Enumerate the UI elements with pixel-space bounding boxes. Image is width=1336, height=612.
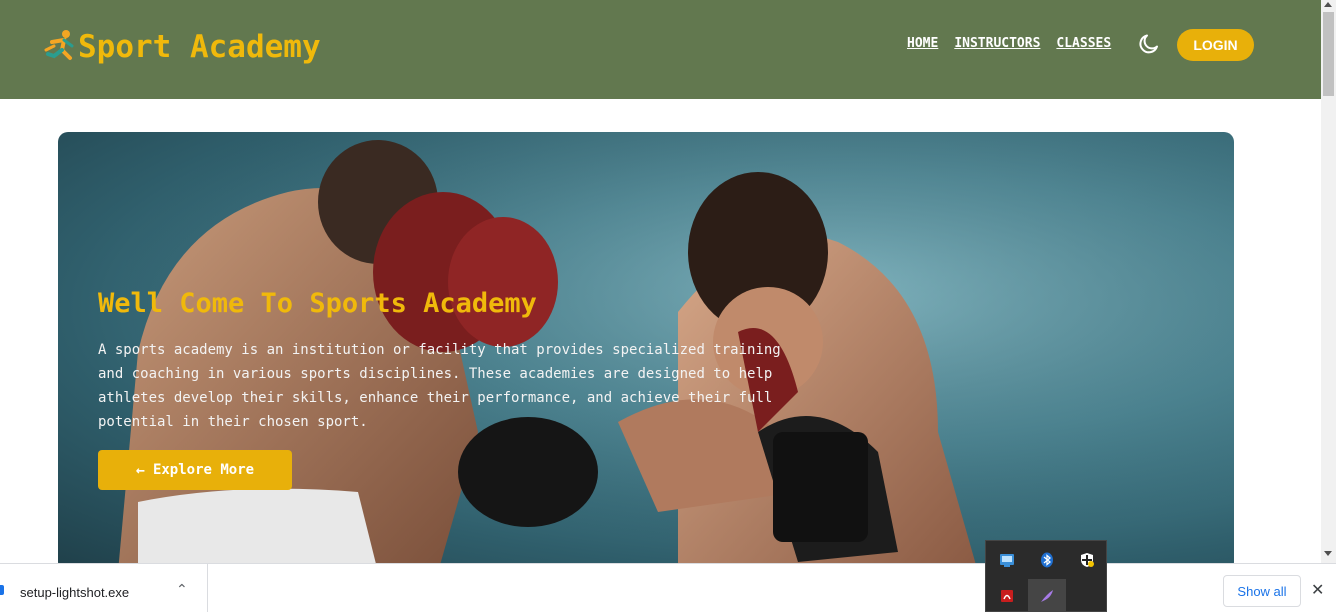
bluetooth-icon[interactable] [1028,543,1066,577]
scroll-up-arrow-icon[interactable] [1324,2,1332,7]
main-nav: HOME INSTRUCTORS CLASSES [907,36,1127,51]
nav-link-home[interactable]: HOME [907,36,938,51]
login-button[interactable]: LOGIN [1177,29,1254,61]
system-tray-overflow [985,540,1107,612]
feather-icon[interactable] [1028,579,1066,612]
chevron-up-icon[interactable]: ⌃ [176,582,188,598]
logo-text: Sport Academy [78,29,321,65]
download-bar: setup-lightshot.exe ⌃ Show all ✕ [0,563,1336,612]
close-icon[interactable]: ✕ [1311,580,1324,599]
file-icon [0,585,4,595]
show-all-button[interactable]: Show all [1223,575,1301,607]
pdf-icon[interactable] [988,579,1026,612]
download-file-name: setup-lightshot.exe [20,585,130,600]
hero-title: Well Come To Sports Academy [98,288,537,319]
moon-icon[interactable] [1137,32,1161,56]
network-icon[interactable] [988,543,1026,577]
security-shield-icon[interactable] [1068,543,1106,577]
running-person-icon [44,30,74,60]
scroll-thumb[interactable] [1323,12,1334,96]
page-scrollbar[interactable] [1321,0,1336,563]
arrow-left-icon: ← [135,461,145,479]
explore-more-button[interactable]: ← Explore More [98,450,292,490]
site-header: Sport Academy HOME INSTRUCTORS CLASSES L… [0,0,1321,99]
logo[interactable]: Sport Academy [42,28,321,66]
nav-link-instructors[interactable]: INSTRUCTORS [954,36,1040,51]
hero-description: A sports academy is an institution or fa… [98,342,781,430]
hero-banner: Well Come To Sports Academy A sports aca… [58,132,1234,572]
nav-link-classes[interactable]: CLASSES [1056,36,1111,51]
scroll-down-arrow-icon[interactable] [1324,551,1332,556]
explore-more-label: Explore More [152,462,255,478]
download-item[interactable]: setup-lightshot.exe ⌃ [0,564,208,612]
